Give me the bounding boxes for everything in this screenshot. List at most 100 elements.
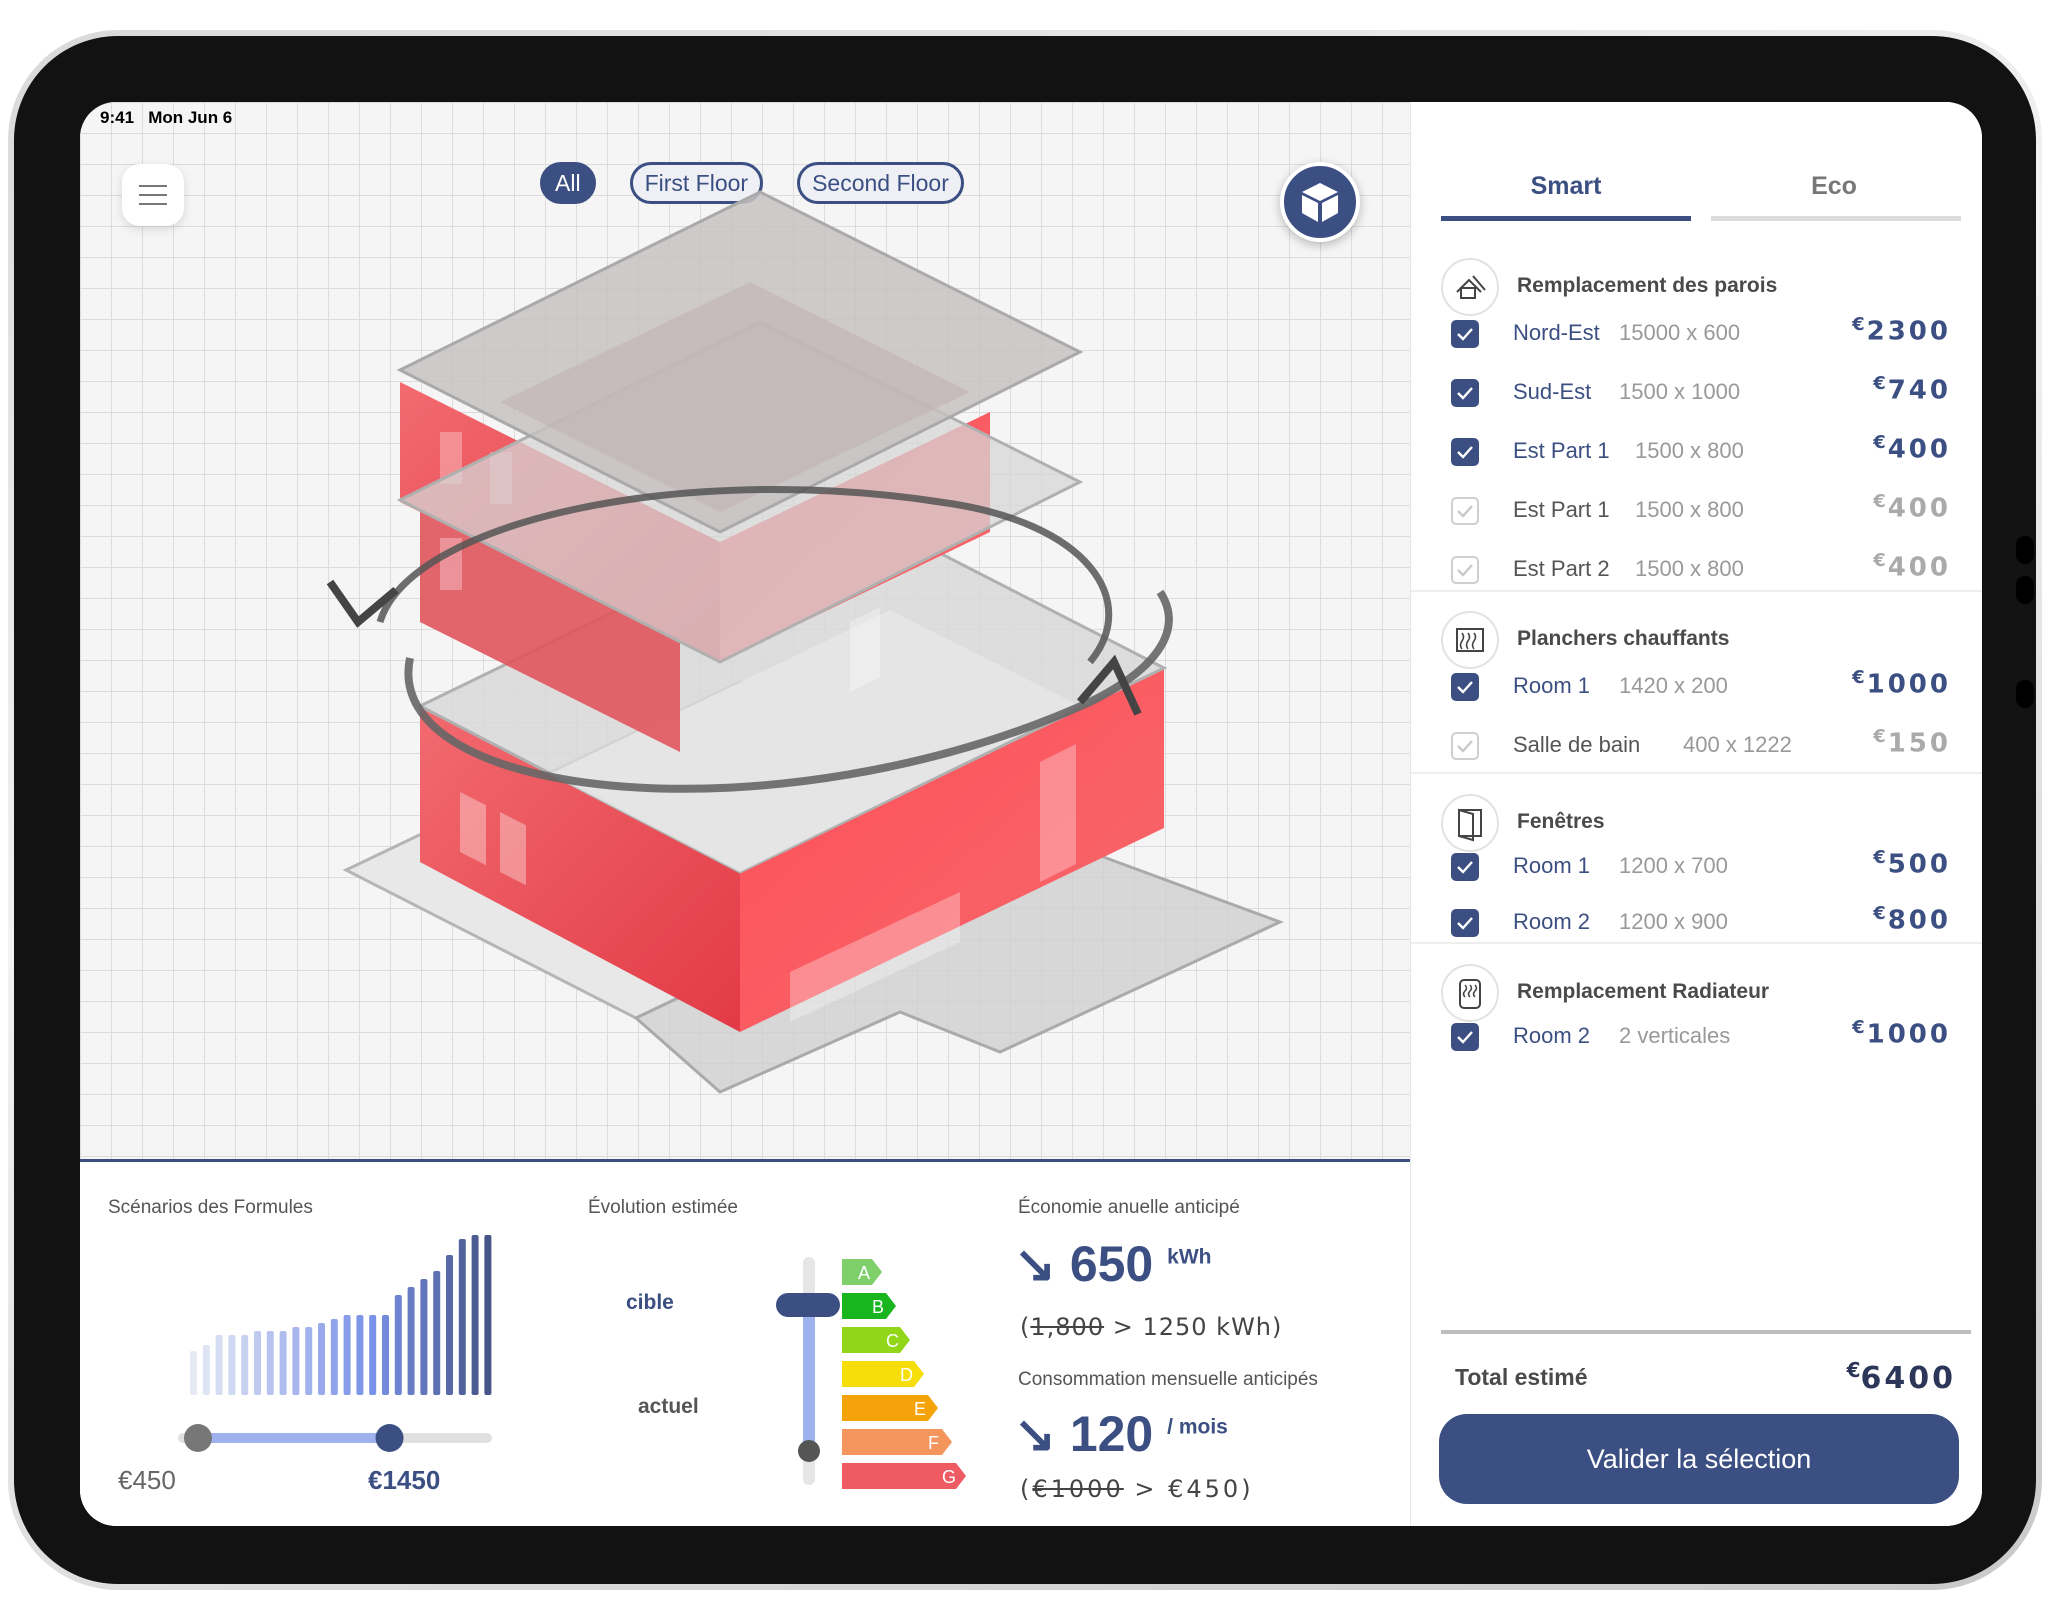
checkbox[interactable] [1451,438,1479,466]
section-title: Fenêtres [1517,810,1605,833]
price-number: 400 [1887,552,1951,583]
checkbox[interactable] [1451,909,1479,937]
house-tools-icon [1441,258,1499,316]
scenario-bar [382,1315,389,1395]
scenario-bar [484,1235,492,1395]
3d-viewport[interactable]: 9:41 Mon Jun 6 All First Floor Second Floo… [80,102,1410,1162]
checkbox[interactable] [1451,556,1479,584]
checkbox[interactable] [1451,379,1479,407]
tab-eco[interactable]: Eco [1709,172,1959,201]
option-name: Salle de bain [1513,732,1641,757]
option-name: Room 1 [1513,673,1591,698]
energy-class-label: C [886,1331,899,1351]
price-number: 400 [1887,434,1951,465]
scenario-bar [318,1323,325,1395]
option-row[interactable]: Est Part 1 1500 x 800 €400 [1451,432,1951,472]
energy-class-bar [842,1327,910,1353]
monthly-value: ↘ 120 / mois [1014,1405,1228,1463]
range-handle-low[interactable] [184,1424,212,1452]
option-row[interactable]: Room 2 1200 x 900 €800 [1451,903,1951,943]
target-handle[interactable] [776,1293,840,1317]
scenario-bar [254,1331,261,1395]
currency-symbol: € [1873,491,1886,512]
scenario-bar [407,1287,415,1395]
scenario-bar [356,1315,364,1395]
scenario-bar [190,1351,197,1395]
side-button [2016,536,2034,564]
scenario-bar [433,1271,441,1395]
scenario-bar [241,1335,249,1395]
option-row[interactable]: Sud-Est 1500 x 1000 €740 [1451,373,1951,413]
option-row[interactable]: Room 1 1420 x 200 €1000 [1451,667,1951,707]
monthly-title: Consommation mensuelle anticipés [1018,1369,1318,1390]
option-row[interactable]: Room 1 1200 x 700 €500 [1451,847,1951,887]
checkmark-icon [1457,740,1473,753]
option-dimensions: 1500 x 800 [1635,556,1744,581]
option-price: €400 [1873,491,1951,524]
option-dimensions: 2 verticales [1619,1023,1731,1048]
currency-symbol: € [1852,314,1865,335]
scenario-bar [394,1295,402,1395]
scenario-bar [458,1239,466,1395]
option-price: €1000 [1852,667,1951,700]
price-number: 400 [1887,493,1951,524]
option-dimensions: 1500 x 800 [1635,438,1744,463]
price-number: 740 [1887,375,1951,406]
current-handle[interactable] [798,1440,820,1462]
option-row[interactable]: Room 2 2 verticales €1000 [1451,1017,1951,1057]
total-divider [1441,1330,1971,1334]
scenario-bar [202,1345,210,1395]
tablet-bezel: 9:41 Mon Jun 6 All First Floor Second Floo… [14,36,2036,1584]
price-number: 1000 [1866,1019,1951,1050]
price-number: 1000 [1866,669,1951,700]
trend-down-icon: ↘ [1014,1236,1056,1292]
checkbox[interactable] [1451,673,1479,701]
energy-class-label: A [858,1263,870,1283]
scenario-bar [446,1255,453,1395]
options-panel: Smart Eco Remplacement des parois Nord-Es… [1410,102,1982,1526]
total-label: Total estimé [1455,1364,1588,1390]
option-row[interactable]: Nord-Est 15000 x 600 €2300 [1451,314,1951,354]
option-dimensions: 1200 x 900 [1619,909,1728,934]
economy-unit: kWh [1167,1245,1212,1269]
range-min-label: €450 [118,1465,176,1495]
range-handle-high[interactable] [375,1424,404,1452]
currency-symbol: € [1873,726,1886,747]
option-row[interactable]: Salle de bain 400 x 1222 €150 [1451,726,1951,766]
tab-indicator-inactive [1711,216,1961,221]
checkmark-icon [1457,861,1473,874]
economy-value: ↘ 650 kWh [1014,1235,1211,1293]
currency-symbol: € [1873,432,1886,453]
checkbox[interactable] [1451,732,1479,760]
tab-smart[interactable]: Smart [1441,172,1691,201]
total-number: 6400 [1860,1361,1956,1396]
scenario-bar [343,1315,351,1395]
economy-new: 1250 kWh [1142,1313,1273,1341]
price-number: 800 [1887,905,1951,936]
option-name: Room 1 [1513,853,1591,878]
building-model[interactable] [80,102,1410,1162]
section-divider [1411,942,1982,944]
checkbox[interactable] [1451,320,1479,348]
currency-symbol: € [1873,373,1886,394]
checkbox[interactable] [1451,497,1479,525]
checkmark-icon [1457,681,1473,694]
energy-class-chart[interactable]: ABCDEFG [680,1257,980,1497]
section-title: Remplacement des parois [1517,274,1778,297]
scenarios-chart[interactable] [140,1225,520,1455]
option-dimensions: 15000 x 600 [1619,320,1741,345]
economy-detail: (1,800 > 1250 kWh) [1020,1313,1283,1341]
option-row[interactable]: Est Part 2 1500 x 800 €400 [1451,550,1951,590]
checkbox[interactable] [1451,1023,1479,1051]
energy-class-label: B [872,1297,884,1317]
checkmark-icon [1457,917,1473,930]
currency-symbol: € [1873,550,1886,571]
scenario-bar [330,1319,338,1395]
option-name: Est Part 2 [1513,556,1610,581]
currency-symbol: € [1873,847,1886,868]
option-row[interactable]: Est Part 1 1500 x 800 €400 [1451,491,1951,531]
energy-slider-fill [803,1305,815,1451]
validate-button[interactable]: Valider la sélection [1439,1414,1959,1504]
scenario-bar [292,1327,300,1395]
checkbox[interactable] [1451,853,1479,881]
